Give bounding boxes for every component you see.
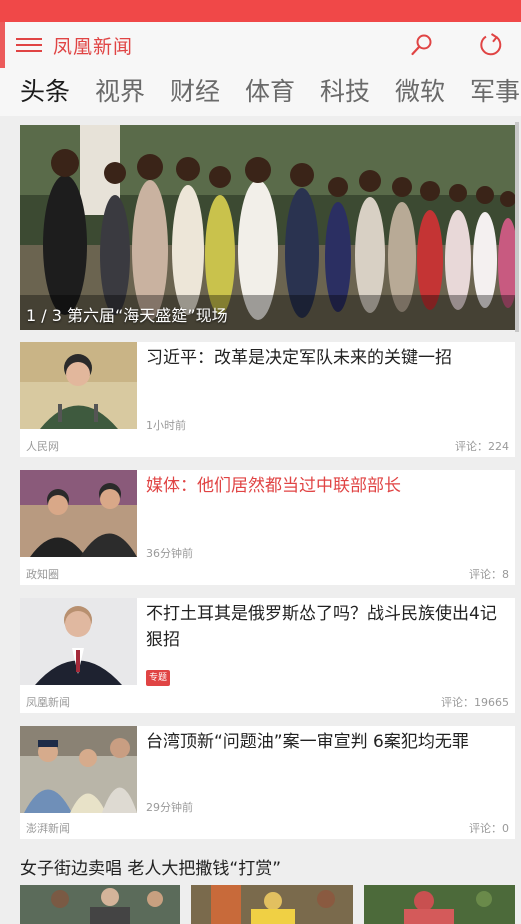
hero-image <box>20 125 515 330</box>
article-comment-count: 评论：0 <box>469 822 509 835</box>
article-title: 媒体：他们居然都当过中联部部长 <box>146 476 401 496</box>
hero-slide[interactable]: 1 / 3 第六届“海天盛筵”现场 <box>20 125 515 330</box>
article-comment-count: 评论：8 <box>469 568 509 581</box>
tab-military[interactable]: 军事 <box>470 72 520 108</box>
refresh-icon[interactable] <box>478 32 504 58</box>
tab-microsoft[interactable]: 微软 <box>395 72 445 108</box>
tab-sports[interactable]: 体育 <box>245 72 295 108</box>
gallery-thumbnail[interactable] <box>191 885 353 924</box>
article-time: 1小时前 <box>146 419 186 432</box>
article-source: 凤凰新闻 <box>26 696 70 709</box>
article-time: 36分钟前 <box>146 547 193 560</box>
article-card[interactable]: 不打土耳其是俄罗斯怂了吗？战斗民族使出4记狠招 专题 凤凰新闻 评论：19665 <box>20 598 515 713</box>
article-comment-count: 评论：19665 <box>441 696 509 709</box>
article-thumbnail <box>20 726 137 813</box>
article-title: 习近平：改革是决定军队未来的关键一招 <box>146 348 452 368</box>
edge-accent <box>0 22 5 68</box>
article-card[interactable]: 媒体：他们居然都当过中联部部长 36分钟前 政知圈 评论：8 <box>20 470 515 585</box>
hero-caption: 1 / 3 第六届“海天盛筵”现场 <box>26 306 228 325</box>
article-title: 台湾顶新“问题油”案一审宣判 6案犯均无罪 <box>146 732 469 752</box>
article-source: 人民网 <box>26 440 59 453</box>
tab-headlines[interactable]: 头条 <box>20 72 70 108</box>
article-card[interactable]: 台湾顶新“问题油”案一审宣判 6案犯均无罪 29分钟前 澎湃新闻 评论：0 <box>20 726 515 839</box>
tab-finance[interactable]: 财经 <box>170 72 220 108</box>
article-thumbnail <box>20 342 137 429</box>
article-thumbnail <box>20 470 137 557</box>
search-icon[interactable] <box>410 33 434 57</box>
article-thumbnail <box>20 598 137 685</box>
app-title: 凤凰新闻 <box>53 36 134 58</box>
tab-tech[interactable]: 科技 <box>320 72 370 108</box>
article-source: 政知圈 <box>26 568 59 581</box>
menu-icon[interactable] <box>16 35 42 55</box>
gallery-thumbnail[interactable] <box>364 885 515 924</box>
article-time: 29分钟前 <box>146 801 193 814</box>
tab-vision[interactable]: 视界 <box>95 72 145 108</box>
category-tabs: 头条 视界 财经 体育 科技 微软 军事 <box>0 68 521 116</box>
article-title: 不打土耳其是俄罗斯怂了吗？战斗民族使出4记狠招 <box>146 604 497 650</box>
article-source: 澎湃新闻 <box>26 822 70 835</box>
article-card[interactable]: 习近平：改革是决定军队未来的关键一招 1小时前 人民网 评论：224 <box>20 342 515 457</box>
gallery-thumbnail[interactable] <box>20 885 180 924</box>
scrollbar[interactable] <box>515 122 519 332</box>
article-comment-count: 评论：224 <box>455 440 509 453</box>
app-header: 凤凰新闻 <box>0 22 521 68</box>
status-bar <box>0 0 521 22</box>
gallery-title[interactable]: 女子街边卖唱 老人大把撒钱“打赏” <box>20 854 281 879</box>
topic-badge: 专题 <box>146 670 171 686</box>
